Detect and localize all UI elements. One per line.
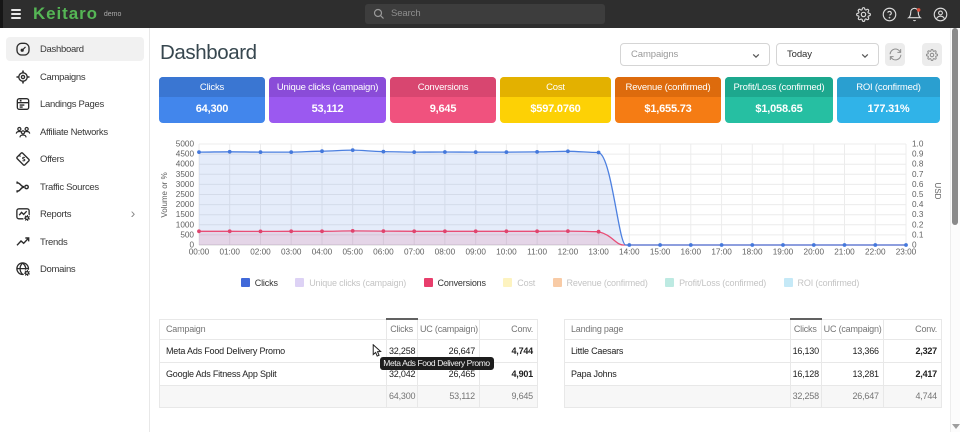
svg-text:22:00: 22:00 <box>865 248 886 257</box>
svg-text:0.9: 0.9 <box>912 150 924 159</box>
svg-text:3500: 3500 <box>176 170 195 179</box>
svg-text:07:00: 07:00 <box>404 248 425 257</box>
svg-text:4500: 4500 <box>176 150 195 159</box>
svg-text:20:00: 20:00 <box>804 248 825 257</box>
svg-text:Volume or %: Volume or % <box>160 172 169 217</box>
svg-text:00:00: 00:00 <box>189 248 210 257</box>
svg-text:15:00: 15:00 <box>650 248 671 257</box>
svg-text:0.3: 0.3 <box>912 210 924 219</box>
svg-text:08:00: 08:00 <box>435 248 456 257</box>
svg-text:2000: 2000 <box>176 200 195 209</box>
svg-text:01:00: 01:00 <box>219 248 240 257</box>
svg-text:03:00: 03:00 <box>281 248 302 257</box>
svg-text:23:00: 23:00 <box>896 248 917 257</box>
svg-text:0.6: 0.6 <box>912 180 924 189</box>
svg-text:05:00: 05:00 <box>342 248 363 257</box>
svg-text:18:00: 18:00 <box>742 248 763 257</box>
svg-text:0.4: 0.4 <box>912 200 924 209</box>
svg-text:2500: 2500 <box>176 190 195 199</box>
svg-text:1500: 1500 <box>176 210 195 219</box>
svg-text:0.5: 0.5 <box>912 190 924 199</box>
svg-text:10:00: 10:00 <box>496 248 517 257</box>
svg-text:16:00: 16:00 <box>681 248 702 257</box>
svg-text:0.2: 0.2 <box>912 220 924 229</box>
svg-text:0.1: 0.1 <box>912 230 924 239</box>
svg-text:19:00: 19:00 <box>773 248 794 257</box>
svg-text:11:00: 11:00 <box>527 248 547 257</box>
svg-text:0.7: 0.7 <box>912 170 924 179</box>
svg-text:21:00: 21:00 <box>834 248 855 257</box>
svg-text:USD: USD <box>933 183 942 200</box>
svg-text:1.0: 1.0 <box>912 140 924 149</box>
svg-text:13:00: 13:00 <box>588 248 609 257</box>
svg-text:02:00: 02:00 <box>250 248 271 257</box>
svg-text:500: 500 <box>180 230 194 239</box>
svg-text:14:00: 14:00 <box>619 248 640 257</box>
svg-text:3000: 3000 <box>176 180 195 189</box>
svg-text:12:00: 12:00 <box>558 248 579 257</box>
svg-text:0.8: 0.8 <box>912 160 924 169</box>
svg-text:17:00: 17:00 <box>711 248 732 257</box>
svg-text:04:00: 04:00 <box>312 248 333 257</box>
svg-text:4000: 4000 <box>176 160 195 169</box>
svg-text:06:00: 06:00 <box>373 248 394 257</box>
svg-text:1000: 1000 <box>176 220 195 229</box>
svg-text:5000: 5000 <box>176 140 195 149</box>
svg-text:09:00: 09:00 <box>465 248 486 257</box>
